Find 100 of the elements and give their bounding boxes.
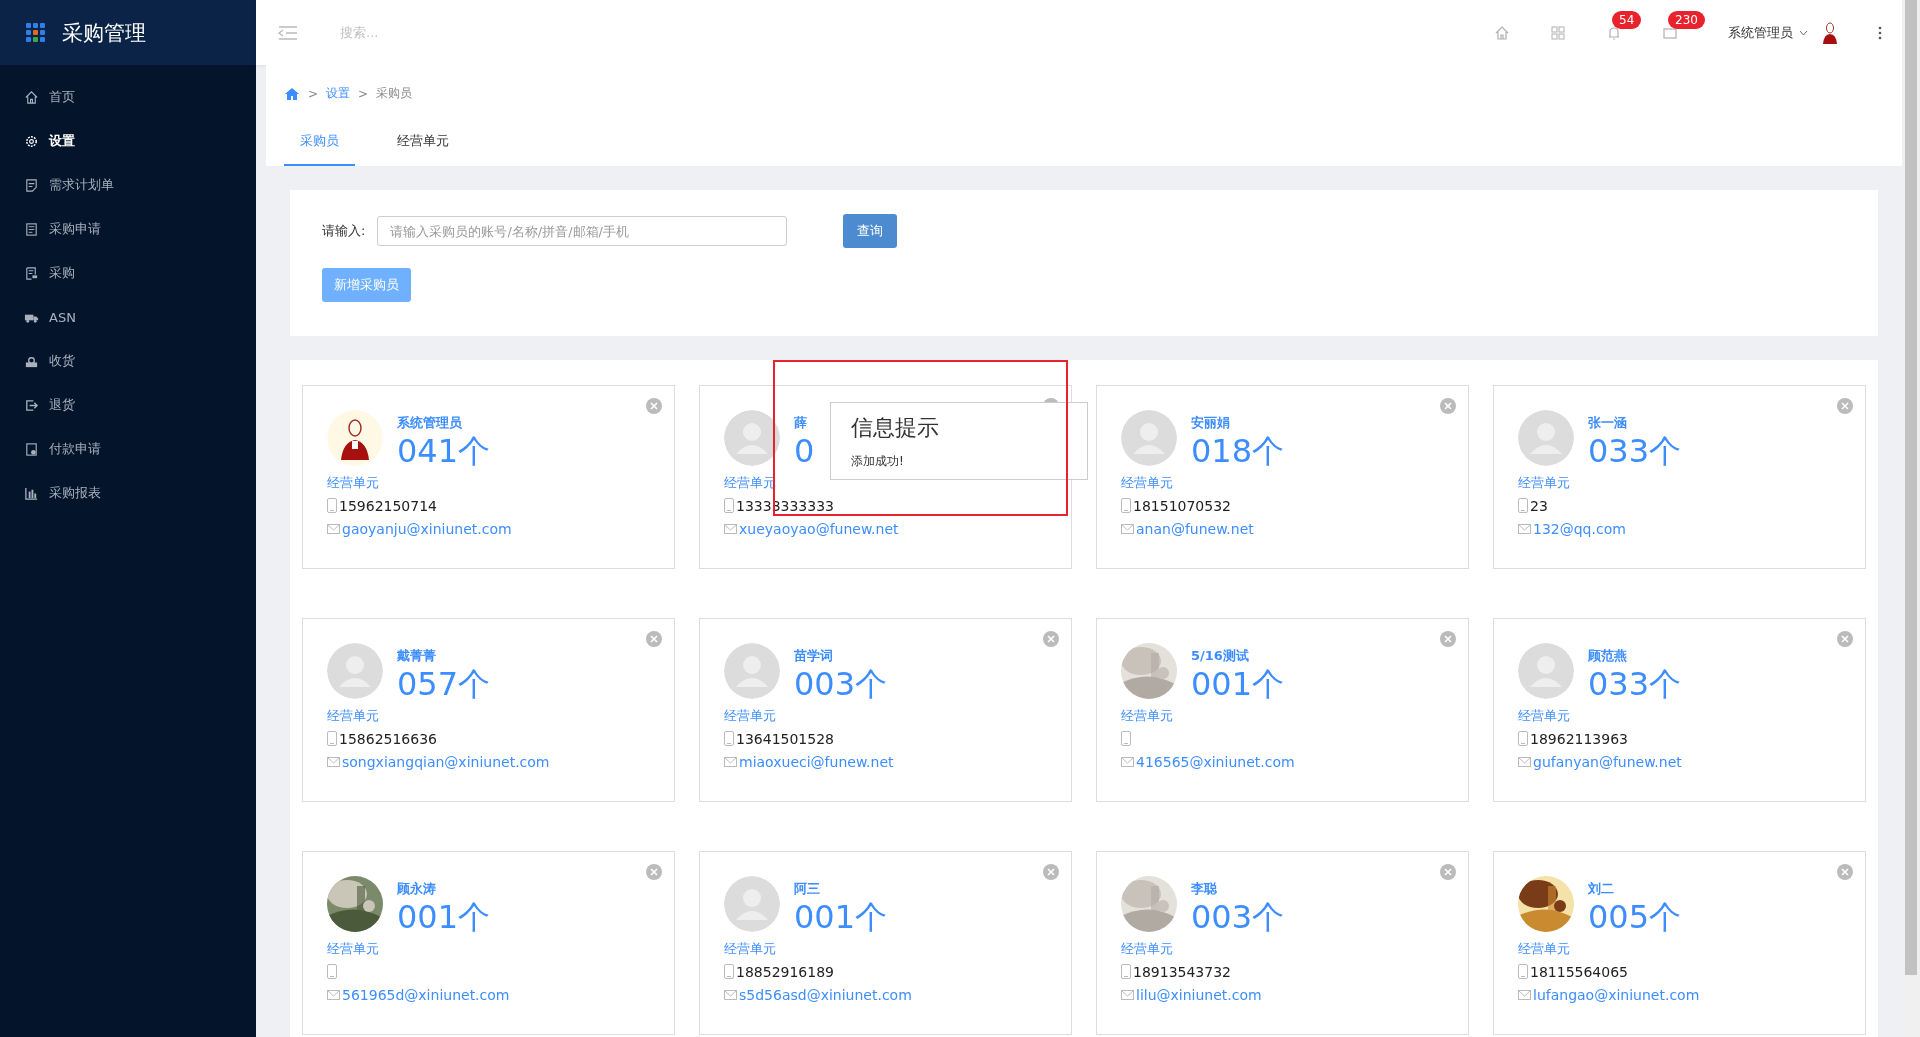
email-link[interactable]: s5d56asd@xiniunet.com: [739, 986, 912, 1003]
avatar-icon: [724, 410, 780, 466]
avatar-icon: [327, 643, 383, 699]
sidebar-item[interactable]: 首页: [0, 75, 256, 119]
buyer-name[interactable]: 苗学词: [794, 647, 888, 665]
close-icon[interactable]: [1440, 398, 1456, 414]
sidebar-item[interactable]: 需求计划单: [0, 163, 256, 207]
email-link[interactable]: lufangao@xiniunet.com: [1533, 986, 1700, 1003]
breadcrumb-item: 采购员: [376, 85, 413, 102]
sidebar-item[interactable]: 收货: [0, 339, 256, 383]
phone-icon: [1121, 731, 1131, 746]
buyer-name[interactable]: 顾范燕: [1588, 647, 1682, 665]
message-count: 230: [1668, 10, 1705, 29]
order-count: 033个: [1588, 432, 1682, 470]
avatar-icon: [1518, 410, 1574, 466]
tab[interactable]: 经营单元: [381, 120, 465, 166]
order-count: 0: [794, 432, 815, 470]
phone-icon: [1518, 498, 1528, 513]
buyer-name[interactable]: 刘二: [1588, 880, 1682, 898]
sidebar-item[interactable]: 采购: [0, 251, 256, 295]
menu-icon[interactable]: [278, 24, 298, 41]
buyer-name[interactable]: 5/16测试: [1191, 647, 1285, 665]
sidebar-item[interactable]: ASN: [0, 295, 256, 339]
app-grid-icon: [26, 22, 46, 43]
buyer-name[interactable]: 安丽娟: [1191, 414, 1285, 432]
sidebar-item[interactable]: 付款申请: [0, 427, 256, 471]
order-count: 041个: [397, 432, 491, 470]
email-link[interactable]: 416565@xiniunet.com: [1136, 753, 1295, 770]
sidebar-item[interactable]: 设置: [0, 119, 256, 163]
popup-title: 信息提示: [851, 414, 940, 442]
breadcrumb-item[interactable]: 设置: [326, 85, 351, 102]
close-icon[interactable]: [1043, 864, 1059, 880]
sidebar-item[interactable]: 采购申请: [0, 207, 256, 251]
email-link[interactable]: 132@qq.com: [1533, 520, 1626, 537]
email-link[interactable]: songxiangqian@xiniunet.com: [342, 753, 550, 770]
mail-icon: [724, 756, 737, 767]
mail-icon: [327, 523, 340, 534]
caret-icon[interactable]: [1799, 29, 1808, 36]
close-icon[interactable]: [1837, 398, 1853, 414]
bell-icon[interactable]: [1606, 24, 1622, 41]
business-unit-label: 经营单元: [724, 707, 777, 725]
buyer-name[interactable]: 阿三: [794, 880, 888, 898]
close-icon[interactable]: [646, 631, 662, 647]
email-link[interactable]: gaoyanju@xiniunet.com: [342, 520, 512, 537]
buyer-name[interactable]: 顾永涛: [397, 880, 491, 898]
tab[interactable]: 采购员: [284, 120, 355, 166]
mail-icon: [1121, 756, 1134, 767]
mail-icon: [327, 756, 340, 767]
phone-icon: [1518, 964, 1528, 979]
mail-icon: [724, 523, 737, 534]
business-unit-label: 经营单元: [1518, 940, 1571, 958]
user-avatar-icon[interactable]: [1822, 20, 1838, 45]
more-icon[interactable]: [1878, 25, 1882, 40]
phone-number: 18913543732: [1133, 963, 1231, 980]
close-icon[interactable]: [1837, 631, 1853, 647]
doc-icon: [24, 221, 39, 237]
business-unit-label: 经营单元: [327, 707, 380, 725]
mail-icon: [1518, 989, 1531, 1000]
exit-icon: [24, 397, 39, 413]
home-icon[interactable]: [284, 86, 300, 101]
close-icon[interactable]: [1440, 864, 1456, 880]
close-icon[interactable]: [646, 864, 662, 880]
business-unit-label: 经营单元: [1121, 474, 1174, 492]
search-field[interactable]: 请输入采购员的账号/名称/拼音/邮箱/手机: [377, 216, 788, 246]
sidebar-item[interactable]: 采购报表: [0, 471, 256, 515]
close-icon[interactable]: [646, 398, 662, 414]
grid-icon[interactable]: [1550, 24, 1566, 41]
phone-icon: [327, 964, 337, 979]
email-link[interactable]: anan@funew.net: [1136, 520, 1254, 537]
home-icon: [24, 89, 39, 105]
phone-number: 15962150714: [339, 497, 437, 514]
order-count: 005个: [1588, 898, 1682, 936]
buyer-name[interactable]: 戴菁菁: [397, 647, 491, 665]
user-name[interactable]: 系统管理员: [1728, 23, 1793, 42]
email-link[interactable]: 561965d@xiniunet.com: [342, 986, 510, 1003]
cart-icon: [24, 265, 39, 281]
phone-icon: [1121, 964, 1131, 979]
mail-icon: [327, 989, 340, 1000]
buyer-name[interactable]: 李聪: [1191, 880, 1285, 898]
query-button[interactable]: 查询: [843, 214, 898, 248]
phone-number: 18852916189: [736, 963, 834, 980]
email-link[interactable]: miaoxueci@funew.net: [739, 753, 894, 770]
scrollbar-thumb[interactable]: [1905, 0, 1917, 975]
close-icon[interactable]: [1440, 631, 1456, 647]
add-buyer-button[interactable]: 新增采购员: [322, 268, 411, 302]
close-icon[interactable]: [1837, 864, 1853, 880]
buyer-name[interactable]: 薛: [794, 414, 815, 432]
phone-icon: [1518, 731, 1528, 746]
breadcrumb-separator: >: [358, 86, 369, 101]
email-link[interactable]: gufanyan@funew.net: [1533, 753, 1682, 770]
mail-icon: [1121, 523, 1134, 534]
home-icon[interactable]: [1494, 24, 1510, 41]
sidebar-item[interactable]: 退货: [0, 383, 256, 427]
order-count: 001个: [397, 898, 491, 936]
email-link[interactable]: xueyaoyao@funew.net: [739, 520, 899, 537]
close-icon[interactable]: [1043, 631, 1059, 647]
email-link[interactable]: lilu@xiniunet.com: [1136, 986, 1262, 1003]
buyer-name[interactable]: 张一涵: [1588, 414, 1682, 432]
business-unit-label: 经营单元: [1121, 940, 1174, 958]
buyer-name[interactable]: 系统管理员: [397, 414, 491, 432]
